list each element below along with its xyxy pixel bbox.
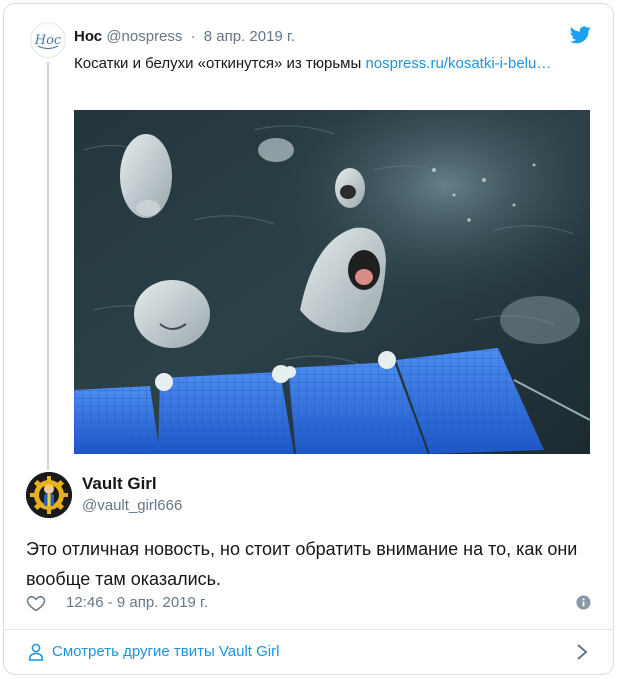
more-tweets-link-row[interactable]: Смотреть другие твиты Vault Girl: [28, 641, 588, 665]
reply-timestamp[interactable]: 12:46 - 9 апр. 2019 г.: [66, 594, 208, 611]
separator-dot: ·: [190, 28, 196, 45]
twitter-bird-icon[interactable]: [570, 26, 591, 44]
vault-girl-avatar[interactable]: [26, 472, 72, 518]
person-icon: [28, 643, 44, 661]
tweet-body: Косатки и белухи «откинутся» из тюрьмы: [74, 55, 366, 72]
author-name[interactable]: Нос: [74, 28, 102, 45]
article-link[interactable]: nospress.ru/kosatki-i-belu…: [365, 55, 551, 72]
vault-girl-avatar-image: [26, 472, 72, 518]
chevron-right-icon[interactable]: [576, 643, 588, 661]
beluga-photo: [74, 110, 590, 454]
quoted-tweet-header: Нос @nospress · 8 апр. 2019 г.: [74, 28, 295, 45]
reply-author-name[interactable]: Vault Girl: [82, 474, 157, 494]
info-icon[interactable]: [576, 595, 591, 610]
nos-avatar[interactable]: Hoc: [30, 22, 66, 58]
heart-icon[interactable]: [26, 593, 46, 613]
quoted-tweet-text: Косатки и белухи «откинутся» из тюрьмы n…: [74, 52, 584, 76]
reply-author-handle[interactable]: @vault_girl666: [82, 497, 182, 514]
tweet-date[interactable]: 8 апр. 2019 г.: [204, 28, 295, 45]
nos-logo-icon: Hoc: [34, 33, 62, 49]
author-handle[interactable]: @nospress: [106, 28, 182, 45]
reply-meta-row: 12:46 - 9 апр. 2019 г.: [26, 593, 591, 613]
tweet-photo-belugas[interactable]: [74, 110, 590, 454]
reply-tweet-text: Это отличная новость, но стоит обратить …: [26, 539, 578, 589]
footer-divider: [3, 629, 614, 630]
thread-connector-line: [47, 62, 49, 470]
more-tweets-link[interactable]: Смотреть другие твиты Vault Girl: [52, 643, 279, 660]
